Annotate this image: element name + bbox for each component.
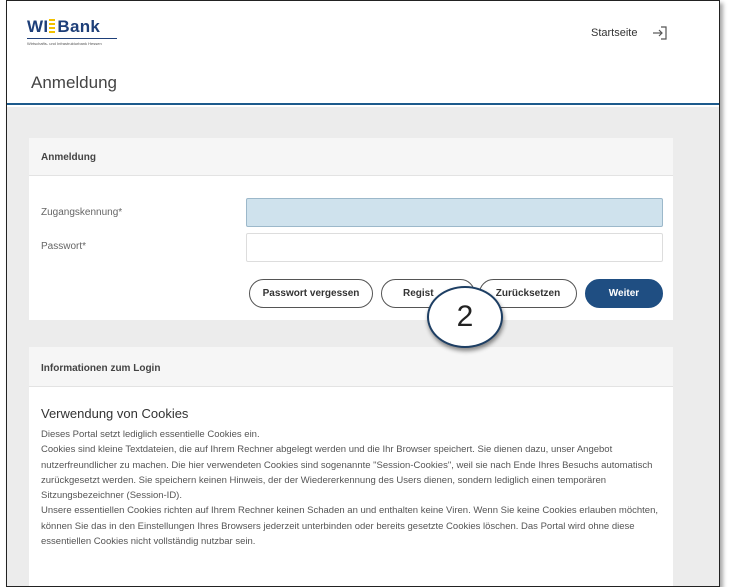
logo-subtitle: Wirtschafts- und Infrastrukturbank Hesse…: [27, 41, 102, 46]
info-card-header: Informationen zum Login: [29, 347, 673, 387]
login-card: Anmeldung Zugangskennung* Passwort* Pass…: [29, 138, 673, 320]
cookies-paragraph: Dieses Portal setzt lediglich essentiell…: [41, 429, 260, 440]
top-header: WI Bank Wirtschafts- und Infrastrukturban…: [7, 1, 719, 105]
weiter-button[interactable]: Weiter: [585, 279, 663, 308]
username-label: Zugangskennung*: [41, 207, 123, 218]
wibank-logo[interactable]: WI Bank Wirtschafts- und Infrastrukturban…: [27, 17, 117, 46]
logo-underline: [27, 38, 117, 39]
login-card-header: Anmeldung: [29, 138, 673, 176]
username-input[interactable]: [246, 198, 663, 227]
logo-wordmark: WI Bank: [27, 17, 101, 36]
forgot-password-button[interactable]: Passwort vergessen: [249, 279, 373, 308]
nav-startseite-link[interactable]: Startseite: [591, 27, 637, 39]
password-label: Passwort*: [41, 241, 87, 252]
cookies-title: Verwendung von Cookies: [41, 406, 189, 421]
logo-separator-icon: [49, 19, 56, 33]
cookies-text: Dieses Portal setzt lediglich essentiell…: [41, 427, 663, 549]
password-input[interactable]: [246, 233, 663, 262]
main-content: Anmeldung Zugangskennung* Passwort* Pass…: [7, 107, 719, 586]
cookies-paragraph: Unsere essentiellen Cookies richten auf …: [41, 505, 658, 548]
login-info-card: Informationen zum Login Verwendung von C…: [29, 347, 673, 586]
login-icon[interactable]: [651, 24, 669, 42]
cookies-paragraph: Cookies sind kleine Textdateien, die auf…: [41, 444, 653, 502]
step-number-badge: 2: [427, 286, 503, 348]
page-title: Anmeldung: [31, 73, 118, 92]
browser-frame: WI Bank Wirtschafts- und Infrastrukturban…: [6, 0, 720, 587]
